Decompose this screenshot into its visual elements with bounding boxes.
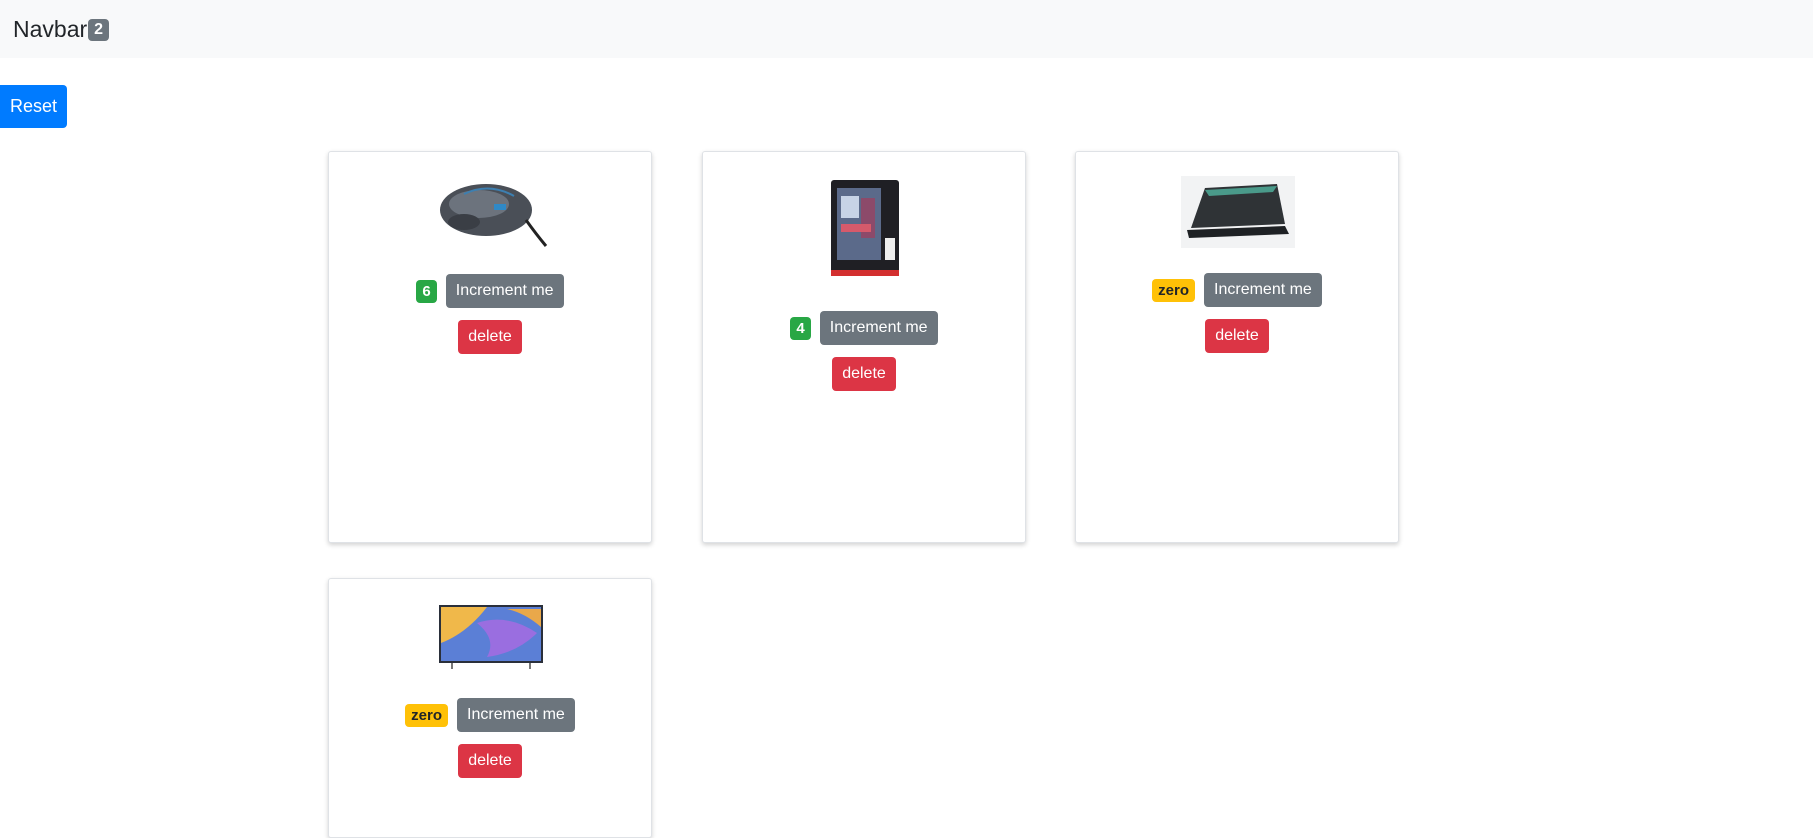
- counter-row: zero Increment me: [1076, 273, 1398, 307]
- tv-image: [439, 605, 543, 669]
- delete-button[interactable]: delete: [1205, 319, 1269, 353]
- laptop-image: [1181, 176, 1295, 248]
- pc-tower-image: [831, 180, 899, 276]
- delete-button[interactable]: delete: [458, 744, 522, 778]
- counter-row: zero Increment me: [329, 698, 651, 732]
- increment-button[interactable]: Increment me: [457, 698, 575, 732]
- increment-button[interactable]: Increment me: [445, 274, 564, 308]
- product-card-pc-tower: 4 Increment me delete: [702, 151, 1026, 543]
- product-card-laptop: zero Increment me delete: [1075, 151, 1399, 543]
- product-card-mouse: 6 Increment me delete: [328, 151, 652, 543]
- navbar: Navbar 2: [0, 0, 1813, 58]
- count-badge: zero: [405, 703, 449, 727]
- count-badge: 6: [416, 279, 437, 303]
- navbar-brand[interactable]: Navbar: [13, 16, 87, 43]
- delete-button[interactable]: delete: [832, 357, 896, 391]
- product-card-tv: zero Increment me delete: [328, 578, 652, 838]
- increment-button[interactable]: Increment me: [1204, 273, 1322, 307]
- reset-button[interactable]: Reset: [0, 85, 67, 128]
- navbar-count-badge: 2: [88, 19, 110, 41]
- delete-button[interactable]: delete: [458, 320, 522, 354]
- increment-button[interactable]: Increment me: [819, 311, 938, 345]
- mouse-image: [440, 184, 548, 247]
- count-badge: 4: [790, 316, 811, 340]
- counter-row: 6 Increment me: [329, 274, 651, 308]
- counter-row: 4 Increment me: [703, 311, 1025, 345]
- count-badge: zero: [1152, 278, 1196, 302]
